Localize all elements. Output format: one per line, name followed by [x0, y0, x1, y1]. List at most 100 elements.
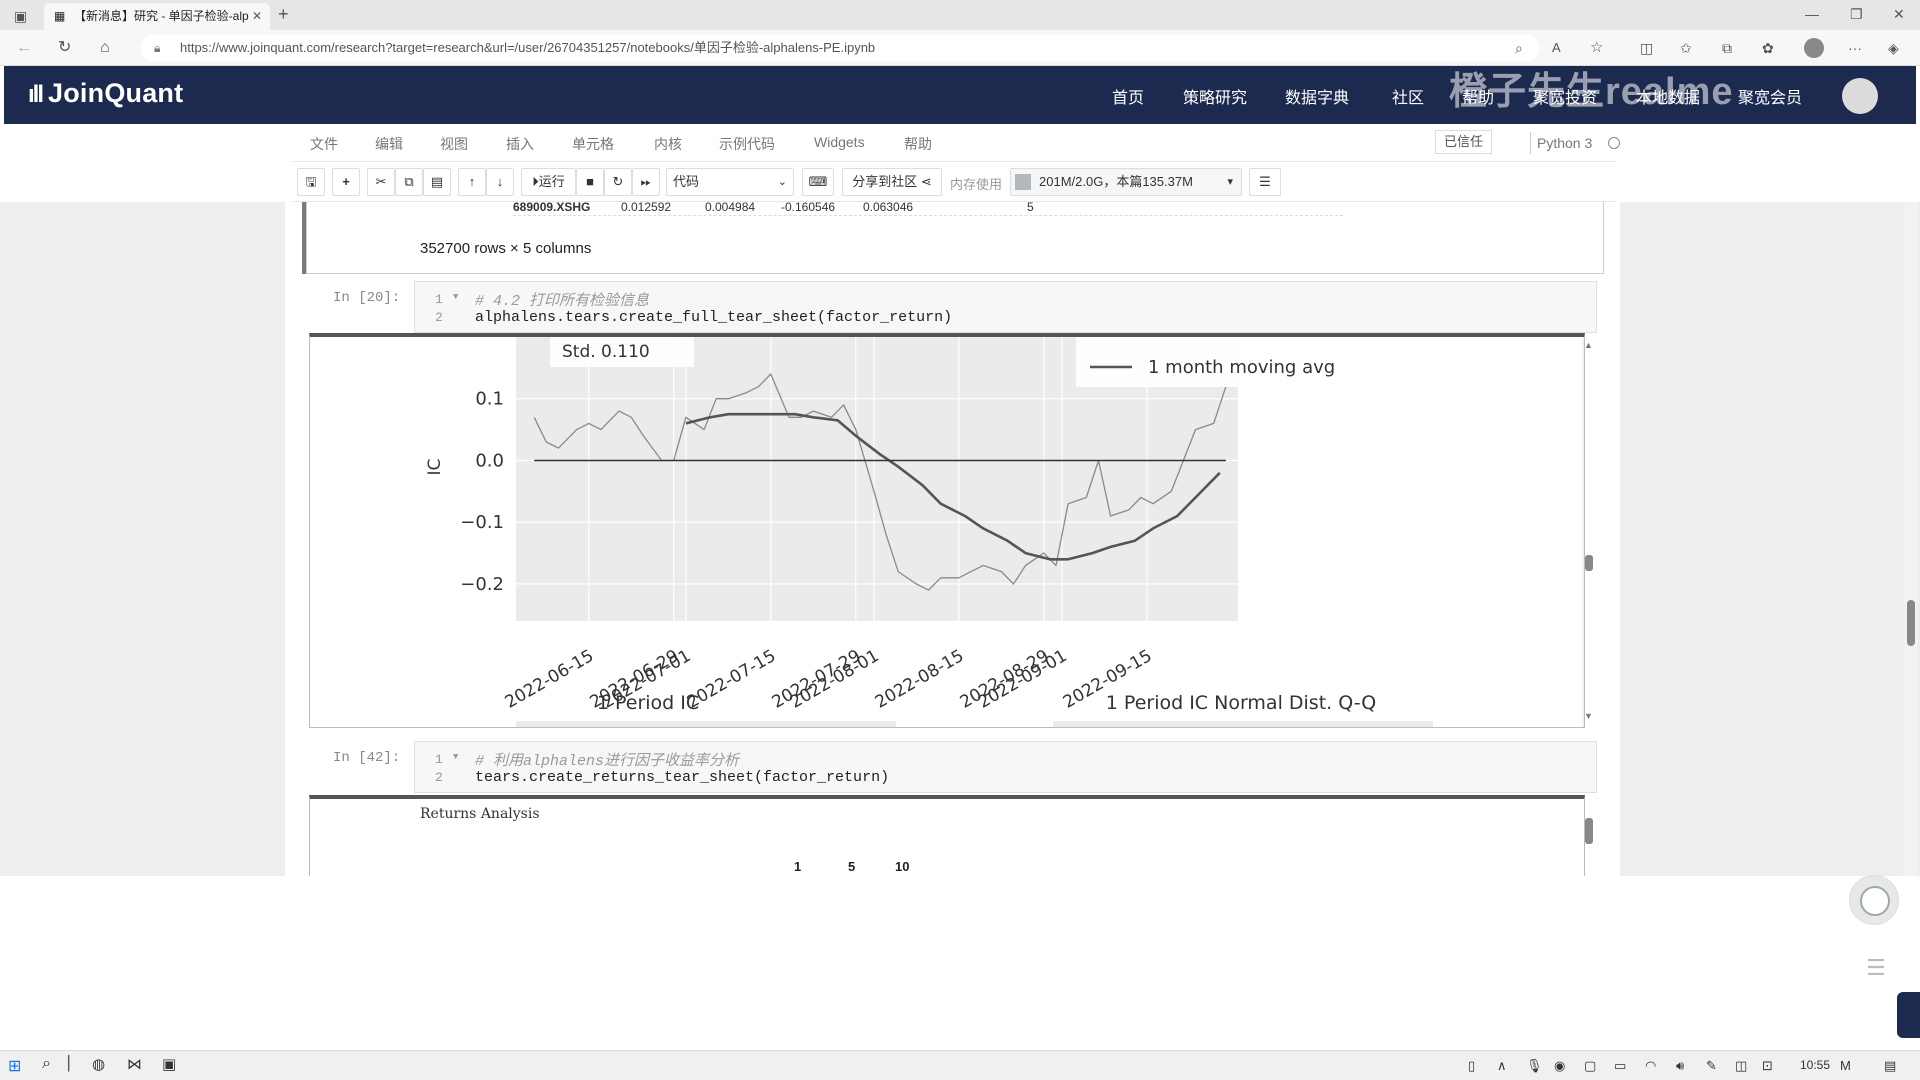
y-tick-label: −0.1: [460, 512, 504, 533]
tray-icon[interactable]: ▯: [1468, 1058, 1475, 1074]
code-editor[interactable]: 1 ▼ 2 # 利用alphalens进行因子收益率分析 tears.creat…: [414, 741, 1597, 793]
move-down-icon[interactable]: ↓: [486, 168, 514, 196]
window-close-icon[interactable]: ✕: [1893, 4, 1905, 24]
share-label: 分享到社区: [852, 174, 918, 189]
copy-icon[interactable]: ⧉: [395, 168, 423, 196]
nav-community[interactable]: 社区: [1392, 84, 1424, 108]
menu-help[interactable]: 帮助: [904, 134, 932, 154]
fold-arrow-icon[interactable]: ▼: [453, 292, 458, 302]
keyboard-icon[interactable]: ⌨: [802, 168, 834, 196]
extension-icon[interactable]: ✿: [1762, 38, 1774, 58]
volume-icon[interactable]: 🔊︎: [1676, 1058, 1684, 1074]
subplot-title-ic: 1 Period IC: [597, 692, 699, 714]
menu-cell[interactable]: 单元格: [572, 134, 614, 154]
fold-arrow-icon[interactable]: ▼: [453, 752, 458, 762]
copilot-icon[interactable]: ◈: [1888, 38, 1899, 58]
logo-bars-icon: ıll: [28, 81, 44, 108]
read-aloud-icon[interactable]: A: [1552, 38, 1561, 58]
wifi-icon[interactable]: ◠: [1645, 1058, 1656, 1074]
nav-membership[interactable]: 聚宽会员: [1738, 84, 1802, 108]
clock[interactable]: 10:55: [1800, 1058, 1830, 1072]
memory-usage[interactable]: 201M/2.0G，本篇135.37M ▾: [1010, 168, 1242, 196]
new-tab-icon[interactable]: +: [278, 4, 289, 24]
user-avatar[interactable]: [1842, 78, 1878, 114]
split-screen-icon[interactable]: ◫: [1640, 38, 1653, 58]
chart-output[interactable]: 0.1 0.0 −0.1 −0.2 2022-06-15 2022-06-29 2022-…: [309, 333, 1585, 728]
favorites-icon[interactable]: ✩: [1680, 38, 1692, 58]
tray-icon[interactable]: ▢: [1584, 1058, 1596, 1074]
edge-icon[interactable]: ◍: [92, 1055, 105, 1073]
menu-kernel[interactable]: 内核: [654, 134, 682, 154]
browser-tab[interactable]: ▦ 【新消息】研究 - 单因子检验-alp ✕: [44, 3, 270, 30]
page-scrollbar[interactable]: [1904, 202, 1918, 876]
run-button[interactable]: ⏵运行: [521, 168, 576, 196]
home-icon[interactable]: ⌂: [100, 38, 110, 58]
restart-icon[interactable]: ↻: [604, 168, 632, 196]
tray-icon[interactable]: ⊡: [1762, 1058, 1773, 1074]
trusted-badge[interactable]: 已信任: [1435, 130, 1493, 154]
collections-icon[interactable]: ⧉: [1722, 38, 1732, 58]
y-tick-label: 0.0: [475, 450, 504, 471]
stop-icon[interactable]: ■: [576, 168, 604, 196]
save-icon[interactable]: 🖫︎: [297, 168, 325, 196]
list-icon[interactable]: ☰: [1249, 168, 1281, 196]
scroll-down-icon[interactable]: ▼: [1584, 711, 1593, 721]
battery-icon[interactable]: ▭: [1614, 1058, 1626, 1074]
nav-home[interactable]: 首页: [1112, 84, 1144, 108]
notification-icon[interactable]: ▤: [1884, 1058, 1896, 1074]
minimize-icon[interactable]: —: [1805, 4, 1819, 24]
cut-icon[interactable]: ✂: [367, 168, 395, 196]
fast-forward-icon[interactable]: ⏩︎: [632, 168, 660, 196]
app-icon[interactable]: ▣: [162, 1055, 176, 1073]
nav-data-dictionary[interactable]: 数据字典: [1285, 84, 1349, 108]
toc-list-icon[interactable]: ☰: [1858, 950, 1894, 986]
menu-file[interactable]: 文件: [310, 134, 338, 154]
tray-icon[interactable]: ◉: [1554, 1058, 1565, 1074]
tab-close-icon[interactable]: ✕: [252, 3, 262, 30]
search-icon[interactable]: ⌕: [42, 1055, 51, 1073]
favorite-star-icon[interactable]: ☆: [1590, 38, 1603, 58]
code-editor[interactable]: 1 ▼ 2 # 4.2 打印所有检验信息 alphalens.tears.cre…: [414, 281, 1597, 333]
nav-strategy[interactable]: 策略研究: [1183, 84, 1247, 108]
profile-avatar[interactable]: [1804, 38, 1824, 58]
move-up-icon[interactable]: ↑: [458, 168, 486, 196]
tray-icon[interactable]: ◫: [1735, 1058, 1747, 1074]
zoom-icon[interactable]: ⌕: [1515, 38, 1523, 58]
dataframe-output: 689009.XSHG 0.012592 0.004984 -0.160546 …: [306, 202, 1604, 274]
output-scrollbar[interactable]: [1582, 337, 1584, 727]
windows-start-icon[interactable]: ⊞: [8, 1056, 21, 1076]
menu-view[interactable]: 视图: [440, 134, 468, 154]
notebook-menubar: 文件 编辑 视图 插入 单元格 内核 示例代码 Widgets 帮助 已信任 P…: [292, 124, 1620, 162]
share-community-button[interactable]: 分享到社区 ⋖: [842, 168, 942, 196]
scroll-up-icon[interactable]: ▲: [1584, 340, 1593, 350]
returns-title: Returns Analysis: [420, 806, 540, 822]
paste-icon[interactable]: ▤: [423, 168, 451, 196]
menu-edit[interactable]: 编辑: [375, 134, 403, 154]
sidebar-toggle-icon[interactable]: ▣: [14, 6, 27, 26]
cell-type-select[interactable]: 代码 ⌄: [666, 168, 794, 196]
side-tab[interactable]: [1897, 992, 1920, 1038]
page-scroll-thumb[interactable]: [1907, 600, 1915, 646]
assistant-avatar[interactable]: [1849, 875, 1899, 925]
menu-examples[interactable]: 示例代码: [719, 134, 775, 154]
input-method-icon[interactable]: M: [1840, 1058, 1851, 1073]
maximize-icon[interactable]: ❐: [1850, 4, 1863, 24]
cell-value: 5: [1027, 202, 1034, 214]
menu-widgets[interactable]: Widgets: [814, 134, 865, 150]
microphone-icon[interactable]: 🎙︎: [1526, 1058, 1543, 1074]
menu-insert[interactable]: 插入: [506, 134, 534, 154]
tray-icon[interactable]: ✎: [1706, 1058, 1717, 1074]
tray-chevron-icon[interactable]: ∧: [1497, 1058, 1507, 1074]
reload-icon[interactable]: ↻: [58, 38, 71, 58]
vscode-icon[interactable]: ⋈: [127, 1055, 142, 1073]
returns-scroll-thumb[interactable]: [1585, 818, 1593, 844]
cell-prompt: In [42]:: [333, 750, 401, 766]
scroll-thumb[interactable]: [1585, 555, 1593, 571]
task-view-icon[interactable]: ▏: [68, 1055, 79, 1072]
more-icon[interactable]: ···: [1848, 38, 1862, 58]
add-cell-icon[interactable]: +: [332, 168, 360, 196]
joinquant-logo[interactable]: ıll JoinQuant: [28, 78, 183, 109]
back-icon[interactable]: ←: [16, 38, 32, 58]
video-watermark: 橙子先生realme: [1449, 71, 1734, 113]
url-field[interactable]: 🔒︎ https://www.joinquant.com/research?ta…: [140, 35, 1540, 61]
